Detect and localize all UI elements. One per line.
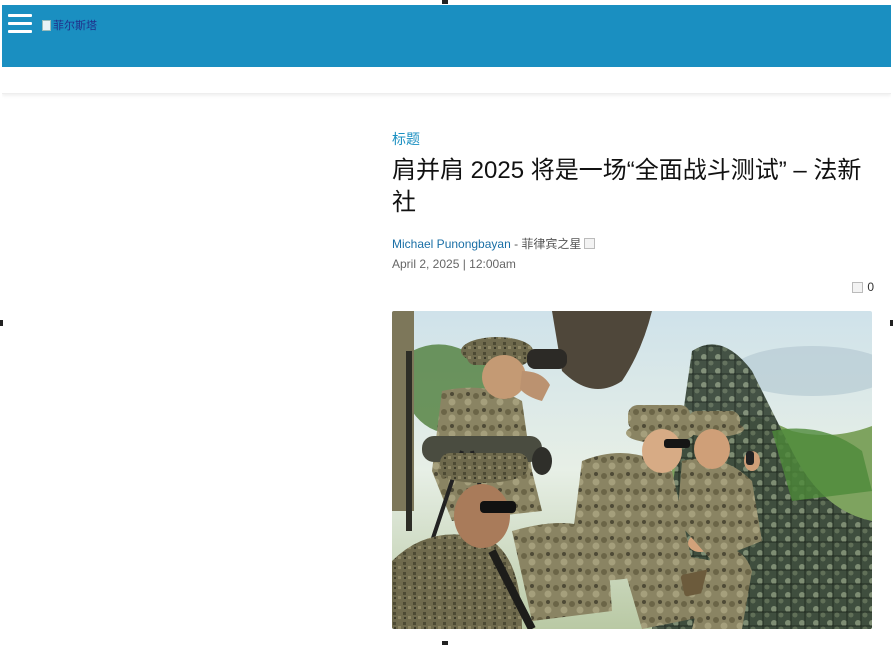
broken-image-icon <box>42 19 51 31</box>
article-title: 肩并肩 2025 将是一场“全面战斗测试” – 法新社 <box>392 157 862 216</box>
top-navigation-bar: 菲尔斯塔 <box>2 5 891 67</box>
comment-count[interactable]: 0 <box>852 280 874 294</box>
source-logo-icon <box>584 238 596 249</box>
author-link[interactable]: Michael Punongbayan <box>392 237 511 251</box>
resize-handle-top[interactable] <box>442 0 448 4</box>
resize-handle-bottom[interactable] <box>442 641 448 645</box>
resize-handle-left[interactable] <box>0 320 3 326</box>
site-logo[interactable]: 菲尔斯塔 <box>42 17 97 33</box>
article-category-link[interactable]: 标题 <box>392 129 420 149</box>
soldiers-photo <box>392 311 872 629</box>
secondary-bar <box>2 67 891 94</box>
article-byline: Michael Punongbayan - 菲律宾之星 <box>392 235 596 252</box>
comment-count-value: 0 <box>867 280 874 294</box>
comment-icon <box>852 281 864 293</box>
source-label: - 菲律宾之星 <box>510 237 582 251</box>
article-hero-image <box>392 311 872 629</box>
hamburger-menu-icon[interactable] <box>8 14 32 34</box>
article-date: April 2, 2025 | 12:00am <box>392 257 516 271</box>
site-logo-alt-text: 菲尔斯塔 <box>53 20 97 32</box>
